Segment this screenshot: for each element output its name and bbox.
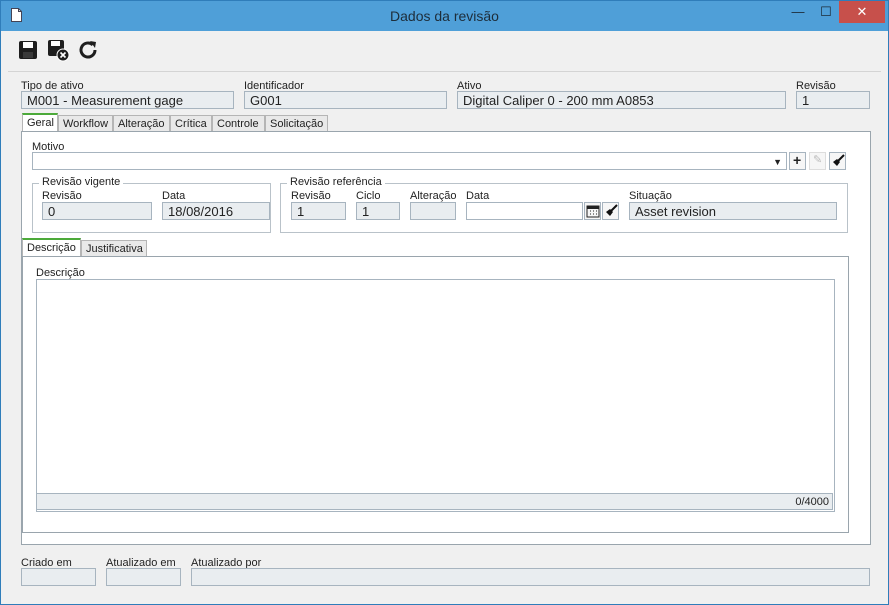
pencil-icon: ✎ bbox=[813, 154, 823, 166]
ref-situacao-field[interactable]: Asset revision bbox=[629, 202, 837, 220]
minimize-button[interactable]: — bbox=[783, 1, 813, 23]
ativo-field[interactable]: Digital Caliper 0 - 200 mm A0853 bbox=[457, 91, 786, 109]
minimize-icon: — bbox=[791, 4, 805, 19]
ref-data-label: Data bbox=[466, 190, 490, 202]
motivo-select[interactable]: ▼ bbox=[32, 152, 787, 170]
ref-alteracao-label: Alteração bbox=[410, 190, 457, 202]
save-icon[interactable] bbox=[16, 38, 40, 62]
ref-ciclo-field[interactable]: 1 bbox=[356, 202, 400, 220]
tab-critica[interactable]: Crítica bbox=[170, 115, 212, 132]
descricao-label: Descrição bbox=[36, 267, 85, 279]
window-title: Dados da revisão bbox=[390, 8, 499, 24]
maximize-button[interactable]: ☐ bbox=[811, 1, 841, 23]
revisao-referencia-group: Revisão referência Revisão 1 Ciclo 1 Alt… bbox=[280, 176, 848, 233]
revisao-referencia-legend: Revisão referência bbox=[287, 176, 385, 188]
vigente-data-label: Data bbox=[162, 190, 186, 202]
tab-workflow[interactable]: Workflow bbox=[58, 115, 113, 132]
atualizado-por-field[interactable] bbox=[191, 568, 870, 586]
descricao-panel: Descrição 0/4000 bbox=[22, 256, 849, 533]
tab-controle[interactable]: Controle bbox=[212, 115, 265, 132]
add-button[interactable]: + bbox=[789, 152, 806, 170]
ref-revisao-field[interactable]: 1 bbox=[291, 202, 346, 220]
broom-icon bbox=[606, 204, 618, 216]
maximize-icon: ☐ bbox=[820, 4, 832, 19]
title-bar: Dados da revisão — ☐ ✕ bbox=[1, 1, 888, 31]
atualizado-field[interactable] bbox=[106, 568, 181, 586]
calendar-icon bbox=[586, 205, 600, 218]
chevron-down-icon: ▼ bbox=[773, 157, 782, 167]
tab-solicitacao[interactable]: Solicitação bbox=[265, 115, 328, 132]
toolbar bbox=[8, 31, 881, 72]
vigente-revisao-field[interactable]: 0 bbox=[42, 202, 152, 220]
tipo-field[interactable]: M001 - Measurement gage bbox=[21, 91, 234, 109]
vigente-data-field[interactable]: 18/08/2016 bbox=[162, 202, 270, 220]
revisao-vigente-group: Revisão vigente Revisão 0 Data 18/08/201… bbox=[32, 176, 271, 233]
dialog-content: Tipo de ativo M001 - Measurement gage Id… bbox=[8, 31, 881, 597]
revisao-field[interactable]: 1 bbox=[796, 91, 870, 109]
tab-alteracao[interactable]: Alteração bbox=[113, 115, 170, 132]
save-close-icon[interactable] bbox=[46, 38, 70, 62]
ref-data-input[interactable] bbox=[466, 202, 583, 220]
broom-icon bbox=[833, 154, 845, 166]
char-counter: 0/4000 bbox=[36, 493, 833, 510]
tab-justificativa[interactable]: Justificativa bbox=[81, 240, 147, 257]
close-button[interactable]: ✕ bbox=[839, 1, 885, 23]
ref-ciclo-label: Ciclo bbox=[356, 190, 381, 202]
ref-revisao-label: Revisão bbox=[291, 190, 331, 202]
geral-panel: Motivo ▼ + ✎ Revisão vigente Revisão 0 D… bbox=[21, 131, 871, 545]
revisao-vigente-legend: Revisão vigente bbox=[39, 176, 124, 188]
plus-icon: + bbox=[793, 152, 802, 168]
criado-field[interactable] bbox=[21, 568, 96, 586]
ident-field[interactable]: G001 bbox=[244, 91, 447, 109]
dialog-window: Dados da revisão — ☐ ✕ Tipo de ativo M00… bbox=[0, 0, 889, 605]
ref-situacao-label: Situação bbox=[629, 190, 672, 202]
calendar-button[interactable] bbox=[584, 202, 601, 220]
clear-date-button[interactable] bbox=[602, 202, 619, 220]
edit-button[interactable]: ✎ bbox=[809, 152, 826, 170]
descricao-textarea[interactable] bbox=[36, 279, 835, 512]
char-counter-text: 0/4000 bbox=[795, 496, 829, 508]
vigente-revisao-label: Revisão bbox=[42, 190, 82, 202]
tab-geral[interactable]: Geral bbox=[22, 113, 58, 131]
refresh-icon[interactable] bbox=[76, 38, 100, 62]
close-icon: ✕ bbox=[856, 4, 868, 19]
clear-button[interactable] bbox=[829, 152, 846, 170]
tab-descricao[interactable]: Descrição bbox=[22, 238, 81, 256]
ref-alteracao-field[interactable] bbox=[410, 202, 456, 220]
